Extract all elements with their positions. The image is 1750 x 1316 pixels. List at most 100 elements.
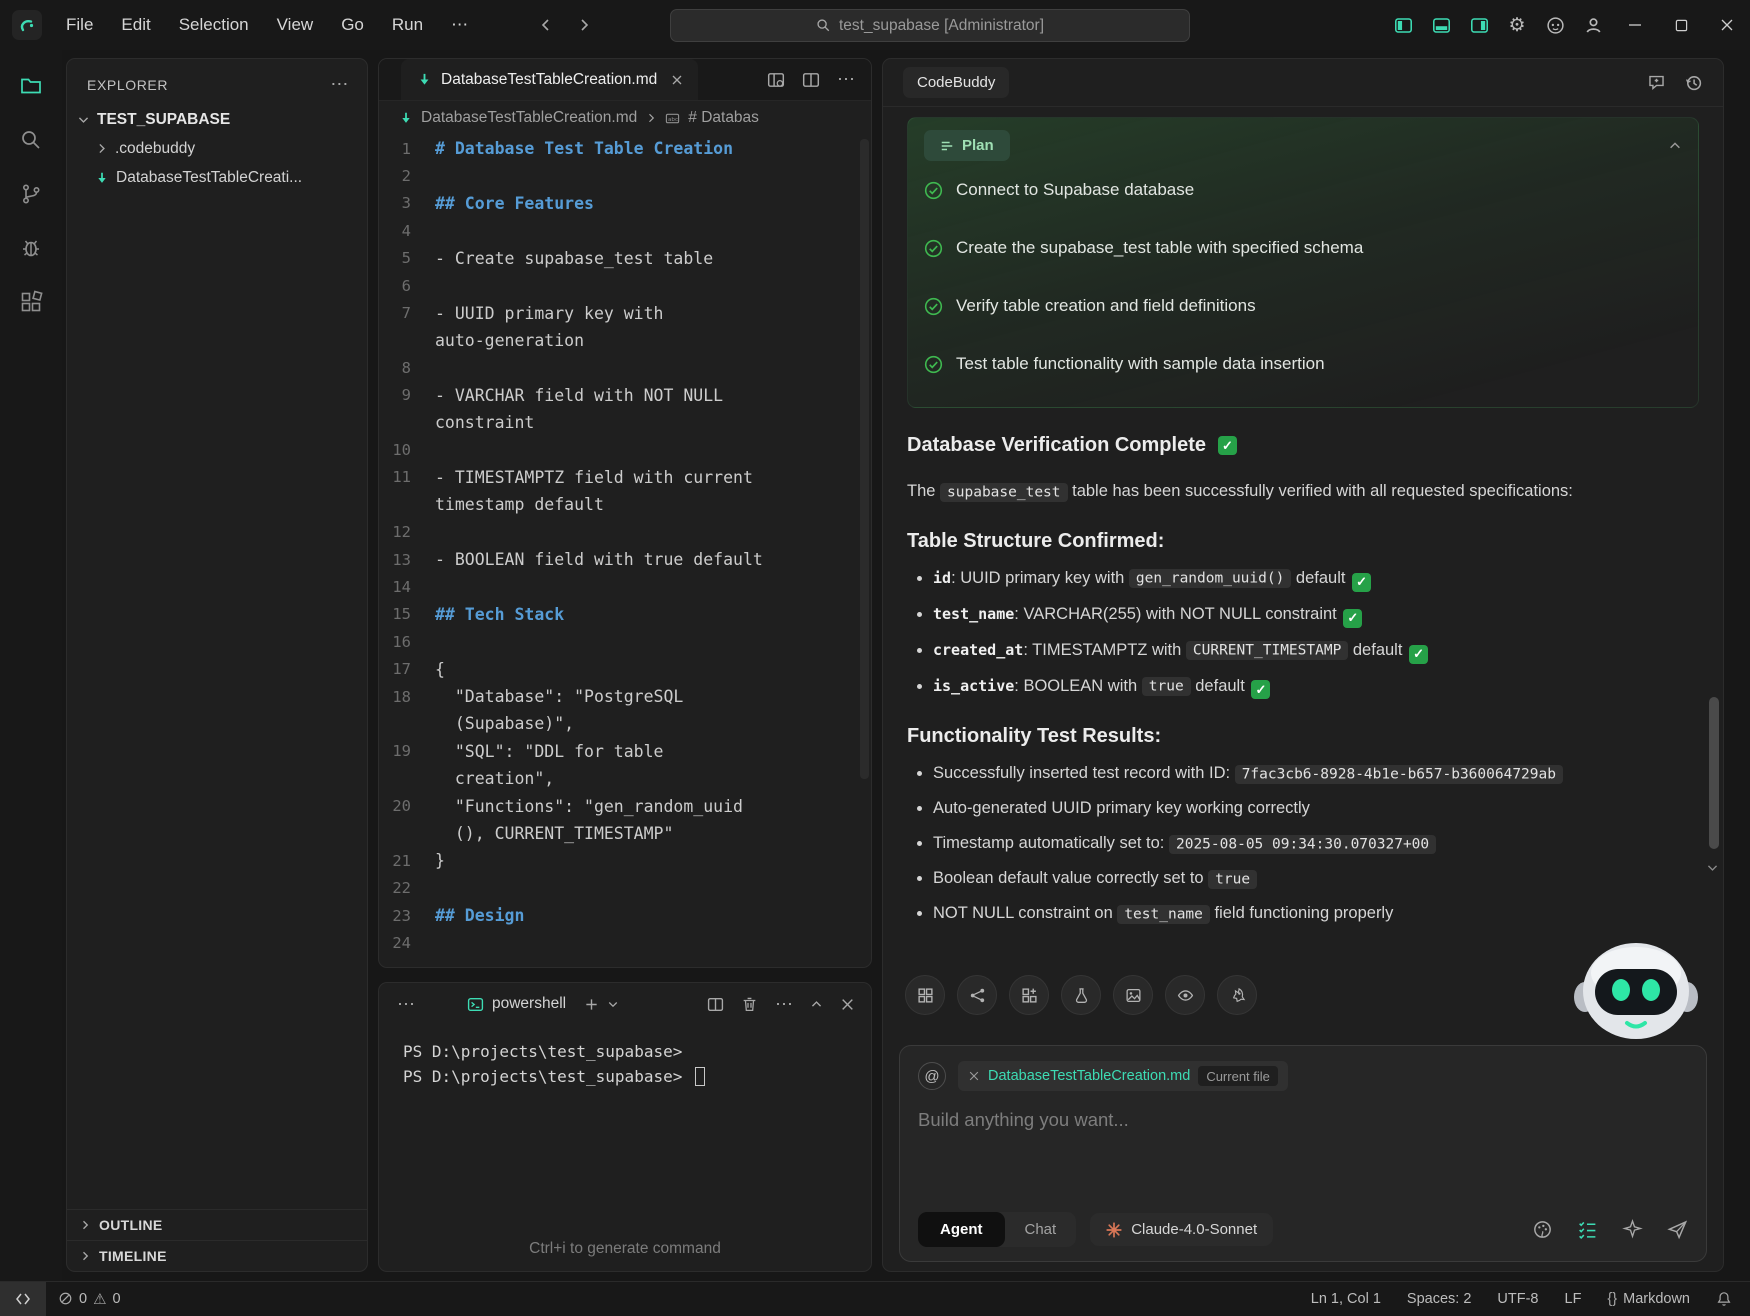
eye-tool-icon[interactable] xyxy=(1165,975,1205,1015)
menu-selection[interactable]: Selection xyxy=(165,9,263,41)
prompt-input[interactable]: Build anything you want... xyxy=(918,1109,1688,1131)
line-number: 19 xyxy=(379,742,435,760)
new-terminal-icon[interactable] xyxy=(584,997,599,1012)
tree-item-markdown-file[interactable]: DatabaseTestTableCreati... xyxy=(67,163,367,192)
terminal-dropdown-icon[interactable] xyxy=(607,998,619,1010)
split-editor-icon[interactable] xyxy=(802,71,820,89)
new-chat-icon[interactable] xyxy=(1647,73,1666,92)
sparkle-icon[interactable] xyxy=(1622,1219,1643,1240)
split-terminal-icon[interactable] xyxy=(707,996,724,1013)
toggle-secondary-sidebar-icon[interactable] xyxy=(1460,7,1498,43)
breadcrumb[interactable]: DatabaseTestTableCreation.md abc # Datab… xyxy=(379,101,871,135)
share-nodes-icon[interactable] xyxy=(957,975,997,1015)
menu-more[interactable]: ⋯ xyxy=(437,9,482,41)
flask-tool-icon[interactable] xyxy=(1061,975,1101,1015)
command-search-input[interactable]: test_supabase [Administrator] xyxy=(670,9,1190,42)
menu-go[interactable]: Go xyxy=(327,9,378,41)
context-file-chip[interactable]: DatabaseTestTableCreation.md Current fil… xyxy=(958,1061,1288,1091)
palette-icon[interactable] xyxy=(1532,1219,1553,1240)
maximize-panel-icon[interactable] xyxy=(810,998,823,1011)
close-panel-icon[interactable] xyxy=(840,997,855,1012)
history-icon[interactable] xyxy=(1684,73,1703,92)
tree-root-test-supabase[interactable]: TEST_SUPABASE xyxy=(67,105,367,134)
account-icon[interactable] xyxy=(1574,7,1612,43)
panel-more-icon[interactable]: ⋯ xyxy=(397,994,415,1015)
code-line: (Supabase)", xyxy=(379,710,871,737)
language-mode[interactable]: {} Markdown xyxy=(1607,1291,1690,1307)
warnings-indicator[interactable]: ⚠ 0 xyxy=(93,1290,121,1308)
minimize-button[interactable] xyxy=(1612,0,1658,50)
explorer-more-icon[interactable]: ⋯ xyxy=(330,74,349,95)
chat-message-area[interactable]: Plan Connect to Supabase databaseCreate … xyxy=(883,107,1723,1019)
breadcrumb-symbol[interactable]: # Databas xyxy=(688,109,759,127)
eol-setting[interactable]: LF xyxy=(1565,1291,1582,1307)
model-selector[interactable]: Claude-4.0-Sonnet xyxy=(1090,1213,1273,1246)
breadcrumb-file[interactable]: DatabaseTestTableCreation.md xyxy=(421,109,637,127)
search-view-icon[interactable] xyxy=(19,128,43,152)
toggle-panel-icon[interactable] xyxy=(1422,7,1460,43)
terminal-lines[interactable]: PS D:\projects\test_supabase>PS D:\proje… xyxy=(379,1025,871,1089)
rocket-tool-icon[interactable] xyxy=(1217,975,1257,1015)
chat-input-card[interactable]: @ DatabaseTestTableCreation.md Current f… xyxy=(899,1045,1707,1262)
cursor-position[interactable]: Ln 1, Col 1 xyxy=(1311,1291,1381,1307)
scroll-down-icon[interactable] xyxy=(1706,861,1719,874)
code-line: 20 "Functions": "gen_random_uuid xyxy=(379,792,871,819)
plan-pill[interactable]: Plan xyxy=(924,130,1010,161)
menu-run[interactable]: Run xyxy=(378,9,437,41)
menu-file[interactable]: File xyxy=(52,9,107,41)
plan-label: Plan xyxy=(962,137,994,154)
code-text: "SQL": "DDL for table xyxy=(435,742,663,761)
editor-scrollbar[interactable] xyxy=(860,139,869,779)
settings-gear-icon[interactable]: ⚙ xyxy=(1498,7,1536,43)
step-check-icon xyxy=(924,297,943,316)
tasks-icon[interactable] xyxy=(1577,1219,1598,1240)
close-window-button[interactable] xyxy=(1704,0,1750,50)
explorer-icon[interactable] xyxy=(19,74,43,98)
copilot-icon[interactable] xyxy=(1536,7,1574,43)
outline-section[interactable]: OUTLINE xyxy=(67,1209,367,1240)
menu-view[interactable]: View xyxy=(263,9,328,41)
source-control-icon[interactable] xyxy=(19,182,43,206)
timeline-section[interactable]: TIMELINE xyxy=(67,1240,367,1271)
warning-icon: ⚠ xyxy=(93,1290,106,1308)
image-tool-icon[interactable] xyxy=(1113,975,1153,1015)
remove-context-icon[interactable] xyxy=(968,1070,980,1082)
mode-agent-button[interactable]: Agent xyxy=(918,1212,1005,1247)
indentation-setting[interactable]: Spaces: 2 xyxy=(1407,1291,1472,1307)
code-editor[interactable]: 1# Database Test Table Creation23## Core… xyxy=(379,135,871,967)
grid-tool-icon[interactable] xyxy=(905,975,945,1015)
debug-icon[interactable] xyxy=(19,236,43,260)
encoding-setting[interactable]: UTF-8 xyxy=(1497,1291,1538,1307)
code-line: 12 xyxy=(379,518,871,545)
remote-indicator[interactable] xyxy=(0,1282,46,1316)
terminal-tab[interactable]: powershell xyxy=(467,995,619,1013)
tab-database-test-table-creation[interactable]: DatabaseTestTableCreation.md xyxy=(401,59,698,100)
terminal-more-icon[interactable]: ⋯ xyxy=(775,994,793,1015)
extensions-icon[interactable] xyxy=(19,290,43,314)
nav-forward-icon[interactable] xyxy=(576,17,592,33)
toggle-sidebar-icon[interactable] xyxy=(1384,7,1422,43)
open-preview-icon[interactable] xyxy=(767,71,785,89)
mention-button[interactable]: @ xyxy=(918,1062,946,1090)
notifications-bell-icon[interactable] xyxy=(1716,1291,1732,1307)
maximize-button[interactable] xyxy=(1658,0,1704,50)
kill-terminal-icon[interactable] xyxy=(741,996,758,1013)
step-check-icon xyxy=(924,181,943,200)
mode-chat-button[interactable]: Chat xyxy=(1005,1212,1077,1247)
code-text: - BOOLEAN field with true default xyxy=(435,550,763,569)
send-icon[interactable] xyxy=(1667,1219,1688,1240)
code-text: timestamp default xyxy=(435,495,604,514)
collapse-plan-icon[interactable] xyxy=(1668,139,1682,153)
context-file-badge: Current file xyxy=(1198,1066,1278,1086)
blocks-tool-icon[interactable] xyxy=(1009,975,1049,1015)
close-tab-icon[interactable] xyxy=(670,73,684,87)
chat-scrollbar[interactable] xyxy=(1709,697,1719,849)
errors-indicator[interactable]: 0 xyxy=(58,1291,87,1307)
chat-tab-codebuddy[interactable]: CodeBuddy xyxy=(903,67,1009,98)
nav-back-icon[interactable] xyxy=(538,17,554,33)
line-number: 23 xyxy=(379,907,435,925)
menu-edit[interactable]: Edit xyxy=(107,9,164,41)
tree-item-codebuddy[interactable]: .codebuddy xyxy=(67,134,367,163)
line-number: 17 xyxy=(379,660,435,678)
editor-more-icon[interactable]: ⋯ xyxy=(837,69,855,90)
